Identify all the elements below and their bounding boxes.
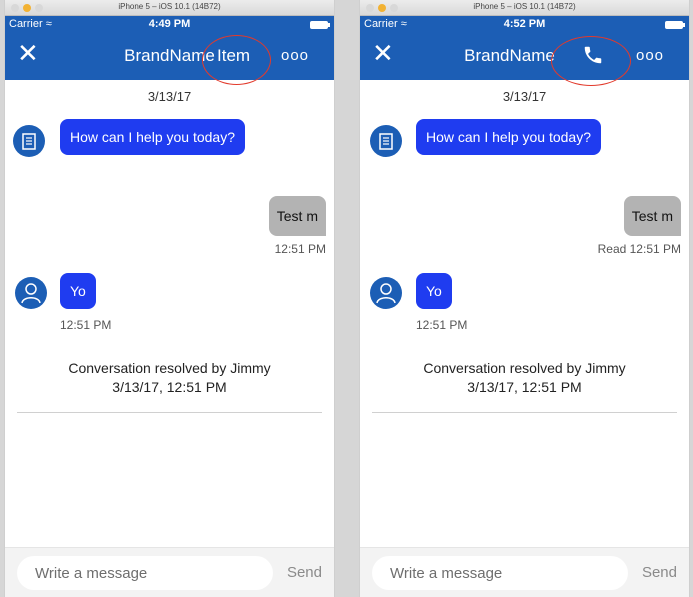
user-message-bubble: Test m [268,196,326,236]
visitor-avatar [370,277,402,309]
battery-icon [310,21,330,29]
resolved-date-line: 3/13/17, 12:51 PM [112,379,227,395]
navbar: Carrier ≈ 4:52 PM ✕ BrandName ooo [360,16,689,80]
highlight-ring [202,35,271,85]
visitor-message-bubble: Yo [60,273,96,309]
user-message-bubble: Test m [623,196,681,236]
visitor-message-time: 12:51 PM [416,318,468,332]
user-message-time: 12:51 PM [274,242,326,256]
brand-avatar [13,125,45,157]
person-icon [376,283,396,304]
highlight-ring [551,36,631,86]
conversation-date: 3/13/17 [502,89,547,104]
resolved-notice: Conversation resolved by Jimmy 3/13/17, … [360,359,689,397]
status-bar: Carrier ≈ 4:49 PM [5,16,334,34]
message-input[interactable] [372,556,628,590]
visitor-message-time: 12:51 PM [60,318,112,332]
stage: iPhone 5 – iOS 10.1 (14B72) Carrier ≈ 4:… [0,0,693,597]
more-icon[interactable]: ooo [636,47,664,64]
battery-icon [665,21,685,29]
building-icon [379,133,393,150]
divider [17,412,322,413]
window-titlebar: iPhone 5 – iOS 10.1 (14B72) [360,0,689,16]
visitor-message-bubble: Yo [416,273,452,309]
user-message-status: Read 12:51 PM [597,242,681,256]
status-time: 4:49 PM [148,18,191,30]
brand-avatar [370,125,402,157]
window-titlebar: iPhone 5 – iOS 10.1 (14B72) [5,0,334,16]
visitor-avatar [15,277,47,309]
status-bar: Carrier ≈ 4:52 PM [360,16,689,34]
divider [372,412,677,413]
resolved-by-line: Conversation resolved by Jimmy [68,360,271,376]
navbar: Carrier ≈ 4:49 PM ✕ BrandName Item ooo [5,16,334,80]
conversation-date: 3/13/17 [147,89,192,104]
send-button[interactable]: Send [642,564,677,581]
status-time: 4:52 PM [503,18,546,30]
resolved-by-line: Conversation resolved by Jimmy [423,360,626,376]
window-title: iPhone 5 – iOS 10.1 (14B72) [118,2,221,11]
composer: Send [360,547,689,597]
simulator-right: iPhone 5 – iOS 10.1 (14B72) Carrier ≈ 4:… [359,0,690,597]
more-icon[interactable]: ooo [281,47,309,64]
person-icon [21,283,41,304]
window-title: iPhone 5 – iOS 10.1 (14B72) [473,2,576,11]
agent-message-bubble: How can I help you today? [416,119,601,155]
simulator-left: iPhone 5 – iOS 10.1 (14B72) Carrier ≈ 4:… [4,0,335,597]
message-input[interactable] [17,556,273,590]
agent-message-bubble: How can I help you today? [60,119,245,155]
building-icon [22,133,36,150]
resolved-notice: Conversation resolved by Jimmy 3/13/17, … [5,359,334,397]
resolved-date-line: 3/13/17, 12:51 PM [467,379,582,395]
composer: Send [5,547,334,597]
send-button[interactable]: Send [287,564,322,581]
